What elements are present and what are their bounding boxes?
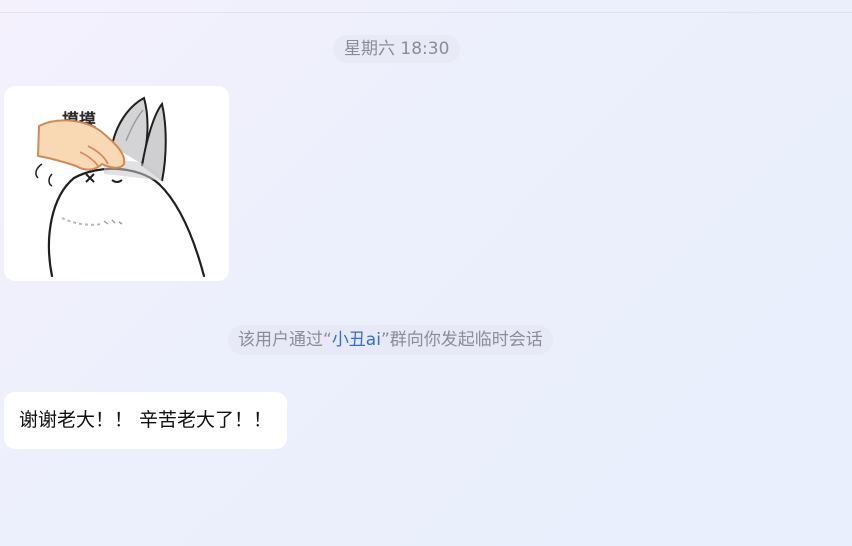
system-notice: 该用户通过“小丑ai”群向你发起临时会话 [228, 325, 553, 355]
rabbit-pat-sticker-icon: 摸摸 [35, 96, 206, 278]
chat-message-area[interactable]: 星期六 18:30 摸摸 [0, 13, 852, 546]
message-text: 谢谢老大！！ 辛苦老大了！！ [19, 409, 273, 431]
system-notice-prefix: 该用户通过“ [238, 330, 332, 350]
timestamp-label: 星期六 18:30 [333, 35, 461, 63]
system-notice-suffix: ”群向你发起临时会话 [380, 330, 543, 350]
text-message-bubble[interactable]: 谢谢老大！！ 辛苦老大了！！ [4, 392, 288, 449]
sticker-message[interactable]: 摸摸 [4, 86, 229, 281]
group-name-link[interactable]: 小丑ai [332, 330, 381, 350]
